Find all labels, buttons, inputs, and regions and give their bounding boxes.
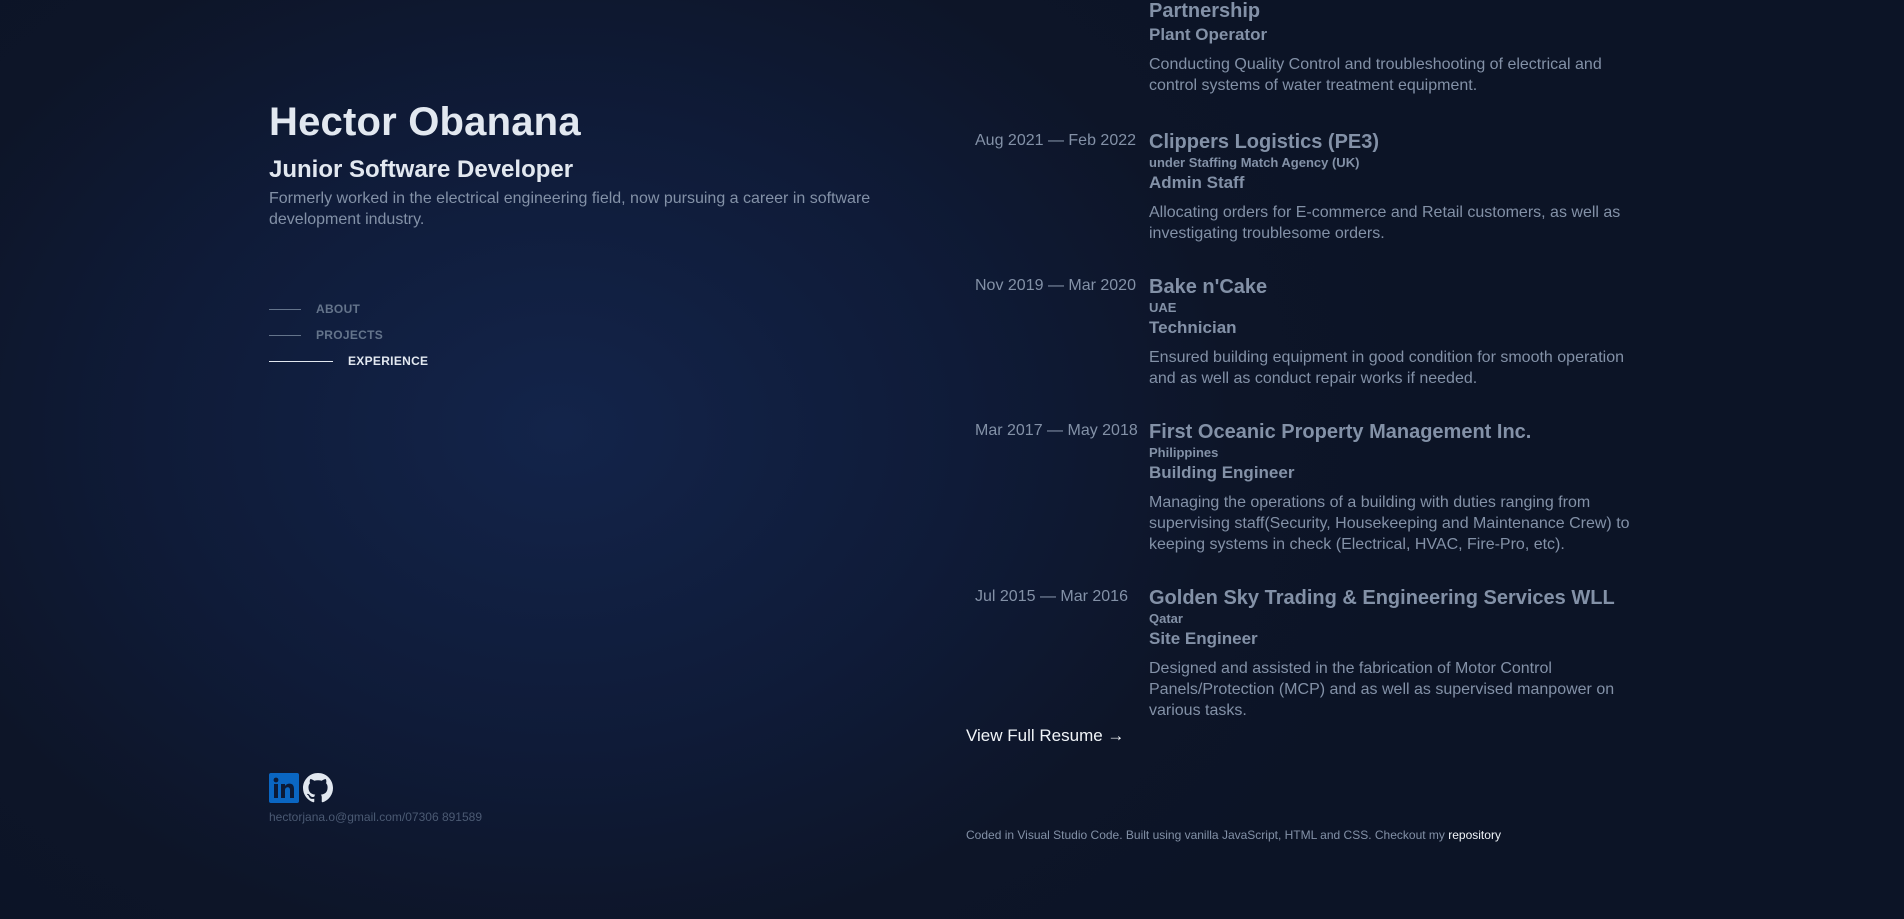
view-resume-link[interactable]: View Full Resume → [966,726,1124,746]
footer-note: Coded in Visual Studio Code. Built using… [966,828,1501,842]
job-title: Admin Staff [1149,173,1245,192]
company-name: Bake n'Cake [1149,276,1268,298]
nav-item-label: EXPERIENCE [348,354,429,368]
nav-indicator [269,360,333,362]
job-date: Jul 2015 — Mar 2016 [975,588,1128,605]
nav-indicator [269,334,301,336]
job-description: Allocating orders for E-commerce and Ret… [1149,204,1621,242]
repository-link[interactable]: repository [1448,828,1501,842]
company-name: Golden Sky Trading & Engineering Service… [1149,587,1615,609]
job-location: UAE [1149,300,1177,315]
job-location: Philippines [1149,445,1219,460]
contact-info: hectorjana.o@gmail.com/07306 891589 [269,810,482,824]
job-title: Building Engineer [1149,463,1295,482]
github-link[interactable] [303,773,333,803]
profile-column: Hector Obanana Junior Software Developer… [269,0,889,919]
job-location: Qatar [1149,611,1183,626]
profile-role: Junior Software Developer [269,156,574,183]
job-description: Designed and assisted in the fabrication… [1149,660,1615,719]
linkedin-link[interactable] [269,773,299,803]
nav-indicator [269,308,301,310]
linkedin-icon [269,773,299,803]
github-icon [303,773,333,803]
nav-item-projects[interactable]: PROJECTS [269,322,428,348]
nav-item-about[interactable]: ABOUT [269,296,428,322]
job-date: Mar 2017 — May 2018 [975,422,1138,439]
job-description: Managing the operations of a building wi… [1149,494,1630,553]
profile-name: Hector Obanana [269,100,581,144]
social-links [269,773,333,803]
job-title: Plant Operator [1149,25,1268,44]
footer-text: Coded in Visual Studio Code. Built using… [966,828,1449,842]
nav-item-experience[interactable]: EXPERIENCE [269,348,428,374]
section-nav: ABOUT PROJECTS EXPERIENCE [269,296,428,374]
company-name: First Oceanic Property Management Inc. [1149,421,1532,443]
experience-column: Partnership Plant Operator Conducting Qu… [966,0,1636,919]
profile-tagline: Formerly worked in the electrical engine… [269,190,871,228]
job-title: Site Engineer [1149,629,1258,648]
job-description: Ensured building equipment in good condi… [1149,349,1624,387]
job-location: under Staffing Match Agency (UK) [1149,155,1360,170]
company-name: Clippers Logistics (PE3) [1149,131,1380,153]
company-name: Partnership [1149,0,1261,22]
nav-item-label: PROJECTS [316,328,384,342]
job-description: Conducting Quality Control and troublesh… [1149,56,1602,94]
job-date: Aug 2021 — Feb 2022 [975,132,1137,149]
job-date: Nov 2019 — Mar 2020 [975,277,1136,294]
nav-item-label: ABOUT [316,302,361,316]
job-title: Technician [1149,318,1237,337]
